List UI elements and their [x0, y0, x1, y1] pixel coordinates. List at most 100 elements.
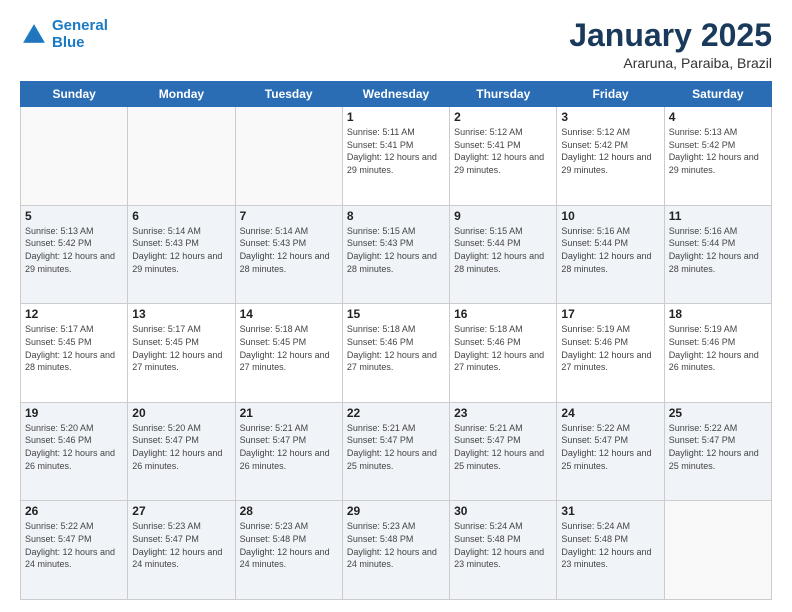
logo-icon	[20, 21, 48, 49]
day-number: 6	[132, 209, 230, 223]
calendar-cell: 22 Sunrise: 5:21 AMSunset: 5:47 PMDayligh…	[342, 402, 449, 501]
day-number: 4	[669, 110, 767, 124]
calendar-cell: 26Sunrise: 5:22 AMSunset: 5:47 PMDayligh…	[21, 501, 128, 600]
calendar-cell	[21, 107, 128, 206]
day-info: Sunrise: 5:17 AMSunset: 5:45 PMDaylight:…	[132, 323, 230, 373]
day-number: 10	[561, 209, 659, 223]
calendar-cell: 21 Sunrise: 5:21 AMSunset: 5:47 PMDayligh…	[235, 402, 342, 501]
day-number: 7	[240, 209, 338, 223]
calendar-cell: 11Sunrise: 5:16 AMSunset: 5:44 PMDayligh…	[664, 205, 771, 304]
calendar-cell: 19Sunrise: 5:20 AMSunset: 5:46 PMDayligh…	[21, 402, 128, 501]
day-number: 2	[454, 110, 552, 124]
calendar-cell: 15 Sunrise: 5:18 AMSunset: 5:46 PMDayligh…	[342, 304, 449, 403]
day-number: 18	[669, 307, 767, 321]
calendar-cell: 8 Sunrise: 5:15 AMSunset: 5:43 PMDaylight…	[342, 205, 449, 304]
calendar-cell: 31 Sunrise: 5:24 AMSunset: 5:48 PMDayligh…	[557, 501, 664, 600]
day-info: Sunrise: 5:17 AMSunset: 5:45 PMDaylight:…	[25, 323, 123, 373]
calendar-week-2: 5Sunrise: 5:13 AMSunset: 5:42 PMDaylight…	[21, 205, 772, 304]
day-number: 27	[132, 504, 230, 518]
col-tuesday: Tuesday	[235, 82, 342, 107]
calendar-cell: 7 Sunrise: 5:14 AMSunset: 5:43 PMDaylight…	[235, 205, 342, 304]
calendar-table: Sunday Monday Tuesday Wednesday Thursday…	[20, 81, 772, 600]
day-number: 1	[347, 110, 445, 124]
day-info: Sunrise: 5:24 AMSunset: 5:48 PMDaylight:…	[454, 520, 552, 570]
day-number: 16	[454, 307, 552, 321]
header: General Blue January 2025 Araruna, Parai…	[20, 18, 772, 71]
day-number: 5	[25, 209, 123, 223]
calendar-cell: 1 Sunrise: 5:11 AMSunset: 5:41 PMDaylight…	[342, 107, 449, 206]
day-number: 9	[454, 209, 552, 223]
calendar-cell: 4Sunrise: 5:13 AMSunset: 5:42 PMDaylight…	[664, 107, 771, 206]
col-saturday: Saturday	[664, 82, 771, 107]
day-number: 11	[669, 209, 767, 223]
calendar-cell: 16 Sunrise: 5:18 AMSunset: 5:46 PMDayligh…	[450, 304, 557, 403]
logo-text: General Blue	[52, 18, 108, 51]
day-number: 17	[561, 307, 659, 321]
logo: General Blue	[20, 18, 108, 51]
col-monday: Monday	[128, 82, 235, 107]
calendar-cell: 6 Sunrise: 5:14 AMSunset: 5:43 PMDaylight…	[128, 205, 235, 304]
day-number: 21	[240, 406, 338, 420]
calendar-cell: 20 Sunrise: 5:20 AMSunset: 5:47 PMDayligh…	[128, 402, 235, 501]
header-row: Sunday Monday Tuesday Wednesday Thursday…	[21, 82, 772, 107]
day-info: Sunrise: 5:14 AMSunset: 5:43 PMDaylight:…	[132, 225, 230, 275]
day-number: 15	[347, 307, 445, 321]
day-number: 23	[454, 406, 552, 420]
calendar-cell: 9Sunrise: 5:15 AMSunset: 5:44 PMDaylight…	[450, 205, 557, 304]
calendar-cell: 27 Sunrise: 5:23 AMSunset: 5:47 PMDayligh…	[128, 501, 235, 600]
calendar-cell: 10 Sunrise: 5:16 AMSunset: 5:44 PMDayligh…	[557, 205, 664, 304]
col-sunday: Sunday	[21, 82, 128, 107]
col-thursday: Thursday	[450, 82, 557, 107]
day-info: Sunrise: 5:19 AMSunset: 5:46 PMDaylight:…	[669, 323, 767, 373]
day-info: Sunrise: 5:23 AMSunset: 5:48 PMDaylight:…	[240, 520, 338, 570]
calendar-cell: 24Sunrise: 5:22 AMSunset: 5:47 PMDayligh…	[557, 402, 664, 501]
calendar-week-4: 19Sunrise: 5:20 AMSunset: 5:46 PMDayligh…	[21, 402, 772, 501]
day-number: 26	[25, 504, 123, 518]
day-info: Sunrise: 5:20 AMSunset: 5:47 PMDaylight:…	[132, 422, 230, 472]
calendar-week-1: 1 Sunrise: 5:11 AMSunset: 5:41 PMDaylight…	[21, 107, 772, 206]
col-friday: Friday	[557, 82, 664, 107]
day-info: Sunrise: 5:22 AMSunset: 5:47 PMDaylight:…	[669, 422, 767, 472]
calendar-cell: 2Sunrise: 5:12 AMSunset: 5:41 PMDaylight…	[450, 107, 557, 206]
day-info: Sunrise: 5:23 AMSunset: 5:48 PMDaylight:…	[347, 520, 445, 570]
day-number: 31	[561, 504, 659, 518]
calendar-cell: 18 Sunrise: 5:19 AMSunset: 5:46 PMDayligh…	[664, 304, 771, 403]
calendar-cell: 12Sunrise: 5:17 AMSunset: 5:45 PMDayligh…	[21, 304, 128, 403]
day-info: Sunrise: 5:12 AMSunset: 5:42 PMDaylight:…	[561, 126, 659, 176]
calendar-cell	[664, 501, 771, 600]
calendar-subtitle: Araruna, Paraiba, Brazil	[569, 55, 772, 71]
calendar-cell: 23 Sunrise: 5:21 AMSunset: 5:47 PMDayligh…	[450, 402, 557, 501]
day-info: Sunrise: 5:16 AMSunset: 5:44 PMDaylight:…	[561, 225, 659, 275]
day-info: Sunrise: 5:23 AMSunset: 5:47 PMDaylight:…	[132, 520, 230, 570]
day-info: Sunrise: 5:21 AMSunset: 5:47 PMDaylight:…	[347, 422, 445, 472]
day-info: Sunrise: 5:24 AMSunset: 5:48 PMDaylight:…	[561, 520, 659, 570]
calendar-cell	[235, 107, 342, 206]
day-info: Sunrise: 5:14 AMSunset: 5:43 PMDaylight:…	[240, 225, 338, 275]
day-info: Sunrise: 5:18 AMSunset: 5:46 PMDaylight:…	[347, 323, 445, 373]
day-number: 25	[669, 406, 767, 420]
day-number: 29	[347, 504, 445, 518]
day-info: Sunrise: 5:21 AMSunset: 5:47 PMDaylight:…	[240, 422, 338, 472]
day-number: 24	[561, 406, 659, 420]
calendar-week-5: 26Sunrise: 5:22 AMSunset: 5:47 PMDayligh…	[21, 501, 772, 600]
day-info: Sunrise: 5:20 AMSunset: 5:46 PMDaylight:…	[25, 422, 123, 472]
day-info: Sunrise: 5:15 AMSunset: 5:43 PMDaylight:…	[347, 225, 445, 275]
day-info: Sunrise: 5:21 AMSunset: 5:47 PMDaylight:…	[454, 422, 552, 472]
col-wednesday: Wednesday	[342, 82, 449, 107]
day-number: 13	[132, 307, 230, 321]
logo-line1: General	[52, 17, 108, 34]
calendar-cell: 3Sunrise: 5:12 AMSunset: 5:42 PMDaylight…	[557, 107, 664, 206]
day-info: Sunrise: 5:19 AMSunset: 5:46 PMDaylight:…	[561, 323, 659, 373]
day-number: 28	[240, 504, 338, 518]
calendar-cell: 5Sunrise: 5:13 AMSunset: 5:42 PMDaylight…	[21, 205, 128, 304]
calendar-cell: 25 Sunrise: 5:22 AMSunset: 5:47 PMDayligh…	[664, 402, 771, 501]
day-info: Sunrise: 5:11 AMSunset: 5:41 PMDaylight:…	[347, 126, 445, 176]
calendar-cell	[128, 107, 235, 206]
calendar-week-3: 12Sunrise: 5:17 AMSunset: 5:45 PMDayligh…	[21, 304, 772, 403]
day-number: 22	[347, 406, 445, 420]
day-number: 8	[347, 209, 445, 223]
day-info: Sunrise: 5:18 AMSunset: 5:46 PMDaylight:…	[454, 323, 552, 373]
day-number: 20	[132, 406, 230, 420]
day-number: 14	[240, 307, 338, 321]
calendar-cell: 30Sunrise: 5:24 AMSunset: 5:48 PMDayligh…	[450, 501, 557, 600]
